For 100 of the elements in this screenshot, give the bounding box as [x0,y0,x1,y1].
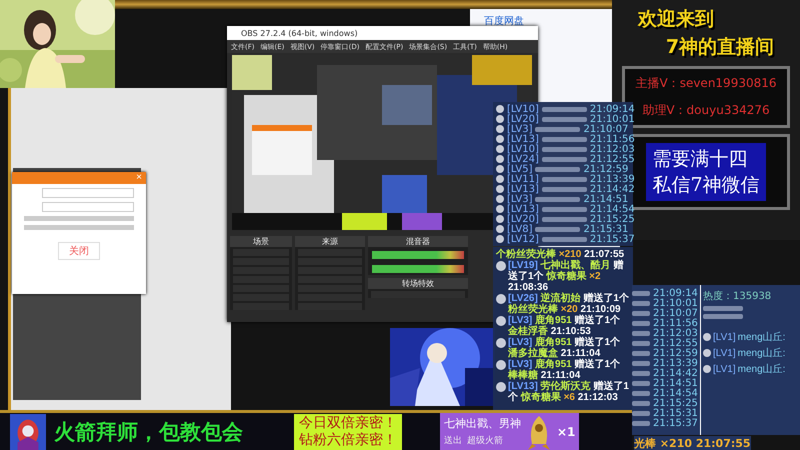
panel-header: 来源 [295,236,365,247]
user-name: meng山丘: [738,362,786,376]
avatar-icon [496,338,506,348]
time-label: 21:09:14 [590,104,635,114]
time-label: 21:12:59 [583,164,628,174]
level-label: [LV10] [507,144,539,154]
gift-count: ×1 [557,424,576,438]
chat-message: 个粉丝荧光棒 ×210 21:07:55 [496,249,626,260]
time-label: 21:10:01 [653,298,698,308]
blurred-text [632,370,650,376]
avatar-icon [496,316,506,326]
blurred-text [632,360,650,366]
level-label: [LV20] [507,214,539,224]
panel-header: 混音器 [368,236,468,247]
time-label: 21:15:37 [653,418,698,428]
time-label: 21:12:03 [653,328,698,338]
input-field[interactable] [42,188,134,198]
blurred-text [632,300,650,306]
level-label: [LV3] [507,194,532,204]
blurred-text [542,146,587,152]
time-label: 21:12:03 [590,144,635,154]
level-label: [LV20] [507,114,539,124]
time-label: 21:14:51 [583,194,628,204]
avatar-icon [496,294,506,304]
blurred-text [632,410,650,416]
panel-header: 场景 [230,236,292,247]
contact-text: 主播V：seven19930816 [635,75,776,92]
blurred-text [632,330,650,336]
time-label: 21:15:25 [653,398,698,408]
level-label: [LV8] [507,224,532,234]
time-label: 21:10:01 [590,114,635,124]
time-label: 21:15:31 [653,408,698,418]
blurred-text [632,320,650,326]
blurred-text [535,196,580,202]
time-label: 21:14:54 [653,388,698,398]
blurred-text [535,126,580,132]
time-label: 21:15:25 [590,214,635,224]
rocket-icon [10,414,46,450]
chat-message: [LV3] 鹿角951 赠送了1个 棒棒糖 21:11:04 [508,359,622,381]
input-field[interactable] [42,202,134,212]
avatar-icon [496,261,506,271]
avatar-icon [496,360,506,370]
time-label: 21:11:56 [653,318,698,328]
user-name: meng山丘: [738,346,786,360]
contact-text: 助理V：douyu334276 [642,102,770,119]
level-label: [LV1] [713,364,736,374]
blurred-text [632,310,650,316]
chat-message: [LV26] 逆流初始 赠送了1个 粉丝荧光棒 ×20 21:10:09 [508,293,630,315]
level-label: [LV24] [507,154,539,164]
blurred-text [542,156,587,162]
time-label: 21:09:14 [653,288,698,298]
time-label: 21:12:55 [590,154,635,164]
avatar-icon [496,382,506,392]
time-label: 21:15:31 [583,224,628,234]
blurred-text [542,176,587,182]
message-text: 送出 [444,434,462,447]
blurred-text [542,236,587,242]
blurred-text [632,350,650,356]
time-label: 21:13:39 [590,174,635,184]
time-label: 21:10:07 [583,124,628,134]
blurred-text [632,390,650,396]
time-label: 21:10:07 [653,308,698,318]
blurred-text [632,420,650,426]
volume-meter[interactable] [372,251,464,259]
banner-title: 7神的直播间 [666,35,774,60]
level-label: [LV13] [507,134,539,144]
volume-meter[interactable] [372,265,464,273]
blurred-text [703,314,743,319]
time-label: 21:14:51 [653,378,698,388]
blurred-text [632,340,650,346]
time-label: 21:13:39 [653,358,698,368]
blurred-text [542,186,587,192]
blurred-text [703,306,743,311]
banner-title: 欢迎来到 [638,7,715,32]
level-label: [LV11] [507,174,539,184]
chat-message: [LV3] 鹿角951 赠送了1个 金桂浮香 21:10:53 [508,315,622,337]
promo-text: 今日双倍亲密！ [299,414,397,432]
blurred-text [632,380,650,386]
panel-header: 转场特效 [368,278,468,289]
level-label: [LV10] [507,104,539,114]
promo-text: 钻粉六倍亲密！ [299,432,397,448]
chat-message: [LV13] 劳伦斯沃克 赠送了1个 惊奇糖果 ×6 21:12:03 [508,381,630,403]
user-name: meng山丘: [738,330,786,344]
close-button[interactable]: 关闭 [58,242,100,260]
notice-text: 需要满十四 [652,147,748,172]
notice-text: 私信7神微信 [652,173,760,198]
level-label: [LV5] [507,164,532,174]
time-label: 21:14:42 [653,368,698,378]
chat-message: [LV19] 七神出戳、酷月 赠送了1个 惊奇糖果 ×2 21:08:36 [508,260,624,293]
level-label: [LV13] [507,184,539,194]
blurred-text [542,136,587,142]
stat-text: 热度：135938 [703,290,772,303]
level-label: [LV13] [507,204,539,214]
user-name: 七神出戳、男神 [444,416,521,431]
time-label: 21:11:56 [590,134,635,144]
level-label: [LV12] [507,234,539,244]
window-title: OBS 27.2.4 (64-bit, windows) [241,28,358,38]
chat-message: [LV3] 鹿角951 赠送了1个 潘多拉魔盒 21:11:04 [508,337,622,359]
blurred-text [542,106,587,112]
blurred-text [542,206,587,212]
